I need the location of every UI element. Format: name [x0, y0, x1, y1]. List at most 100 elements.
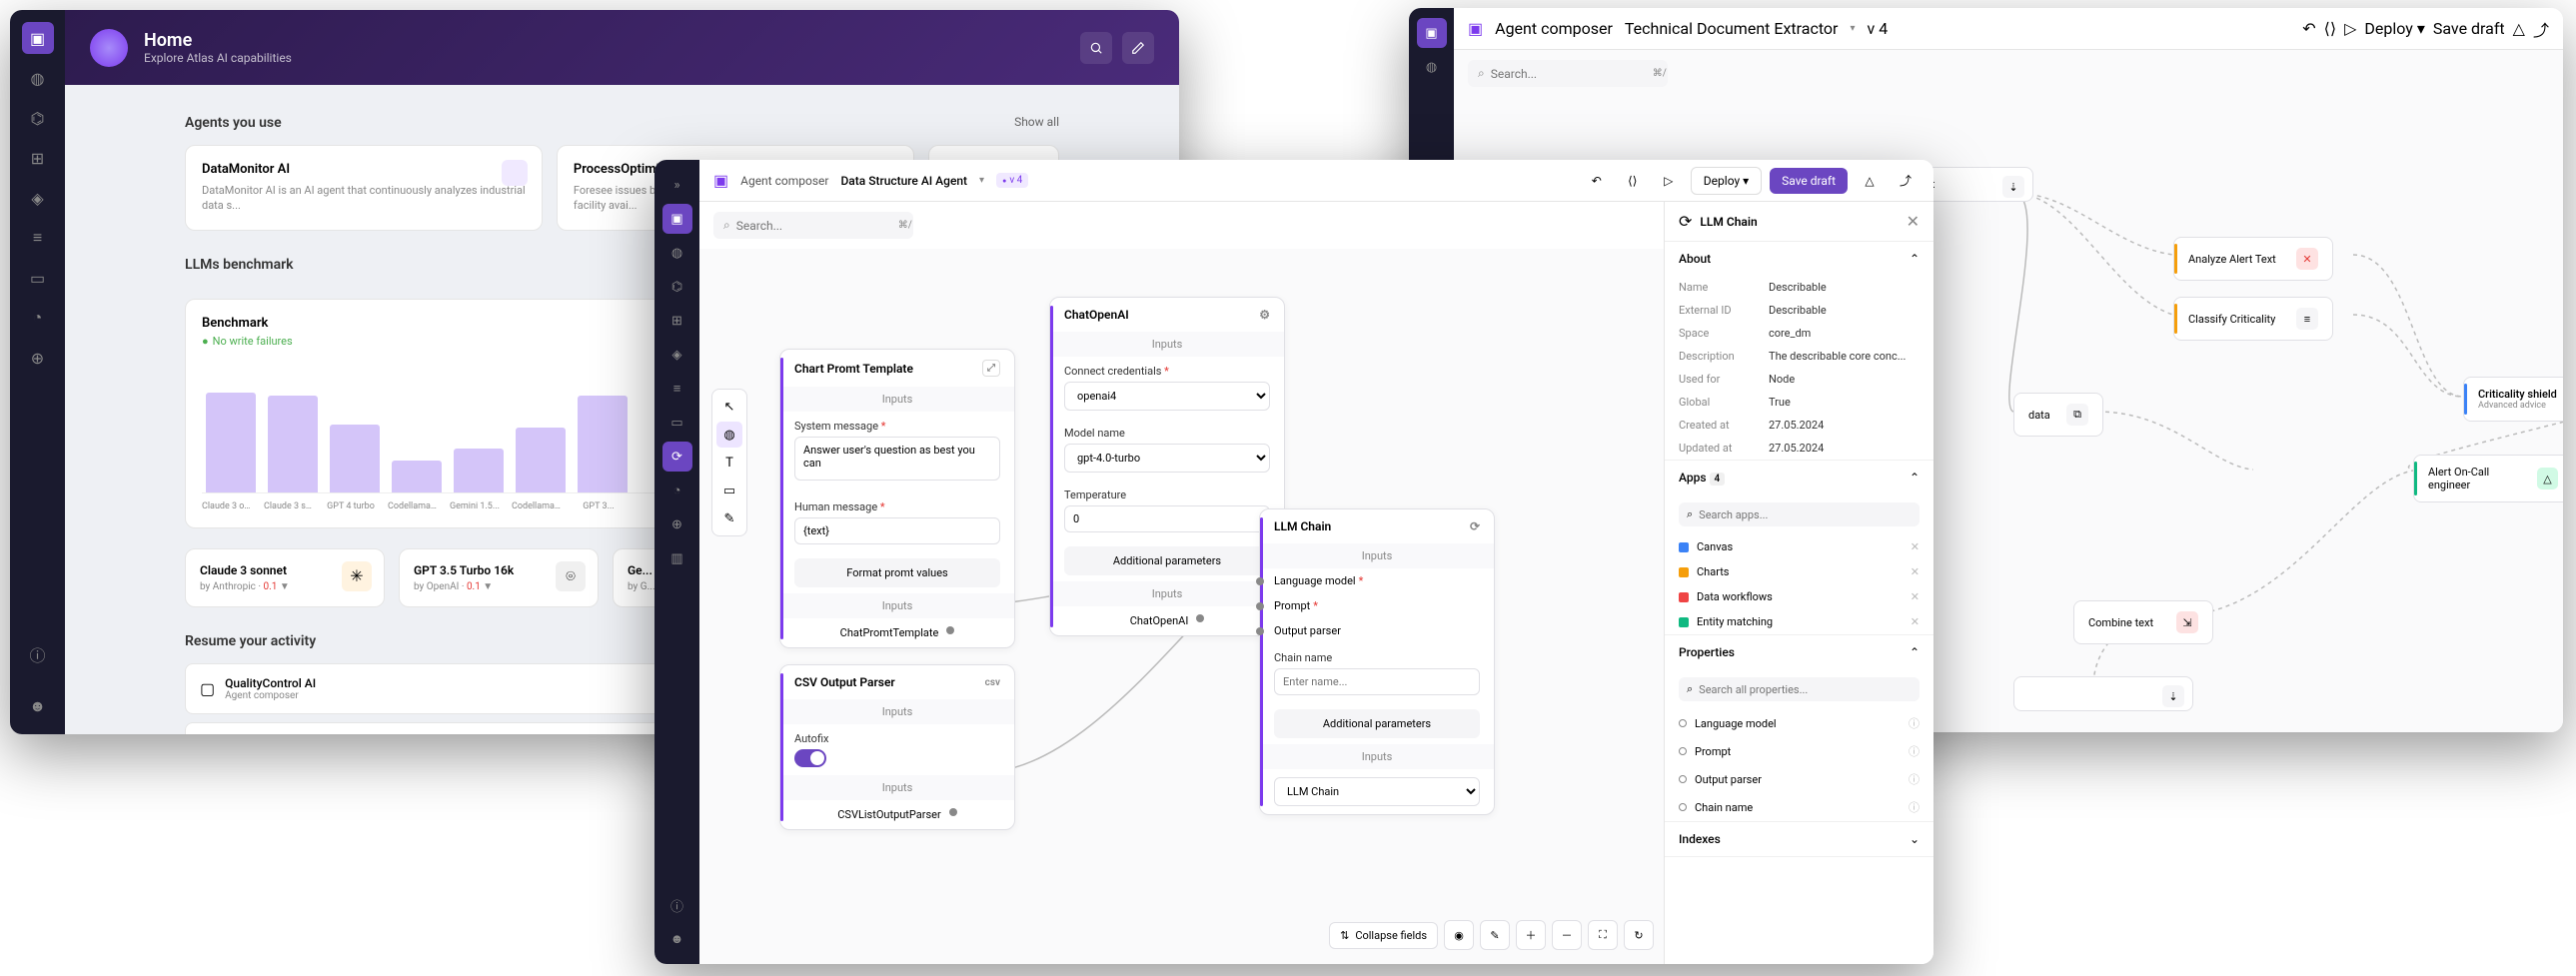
info-icon[interactable]: ⓘ [1909, 715, 1920, 731]
system-message-input[interactable]: Answer user's question as best you can [794, 437, 1000, 481]
breadcrumb[interactable]: Agent composer [740, 174, 828, 188]
input-port[interactable] [1256, 602, 1264, 610]
llm-card[interactable]: GPT 3.5 Turbo 16k by OpenAI · 0.1 ▼ ⌾ [399, 548, 599, 607]
apps-header[interactable]: Apps 4 ⌃ [1665, 461, 1933, 494]
alert-icon[interactable]: △ [2537, 468, 2558, 489]
show-all-link[interactable]: Show all [1014, 115, 1059, 131]
prop-item[interactable]: Chain nameⓘ [1665, 793, 1933, 821]
search-icon[interactable] [1080, 32, 1112, 64]
output-port[interactable] [946, 626, 954, 634]
undo-icon[interactable]: ↶ [2302, 19, 2315, 38]
app-item[interactable]: Data workflows✕ [1665, 584, 1933, 609]
nav-item-icon[interactable]: ▭ [22, 262, 54, 294]
node-llm-chain[interactable]: LLM Chain ⟳ Inputs Language model * Prom… [1259, 508, 1495, 815]
collapse-fields-button[interactable]: ⇅ Collapse fields [1329, 922, 1438, 949]
copy-icon[interactable]: ⧉ [2066, 404, 2088, 426]
nav-home-icon[interactable]: ▣ [662, 204, 692, 234]
chevron-down-icon[interactable]: ▾ [1850, 23, 1855, 34]
output-port[interactable] [949, 808, 957, 816]
collapse-icon[interactable]: » [662, 170, 692, 200]
menu-icon[interactable]: ≡ [2296, 308, 2318, 330]
edit-icon[interactable]: ✎ [1480, 920, 1510, 950]
nav-item-icon[interactable]: ◔ [662, 476, 692, 505]
flow-node-data[interactable]: data ⧉ [2013, 393, 2103, 437]
merge-icon[interactable]: ⇲ [2176, 611, 2198, 633]
output-port[interactable] [1196, 614, 1204, 622]
input-port[interactable] [1256, 627, 1264, 635]
nav-globe-icon[interactable]: ◍ [662, 238, 692, 268]
nav-home-icon[interactable]: ▣ [1417, 18, 1447, 48]
autofix-toggle[interactable] [794, 749, 826, 767]
flow-node-combine[interactable]: Combine text ⇲ [2073, 600, 2213, 644]
temperature-input[interactable] [1064, 505, 1270, 532]
remove-icon[interactable]: ✕ [1911, 565, 1920, 578]
remove-icon[interactable]: ✕ [1911, 615, 1920, 628]
flow-node-oncall[interactable]: Alert On-Call engineer △ [2413, 455, 2563, 502]
apps-search-input[interactable] [1699, 508, 1912, 521]
llm-chain-select[interactable]: LLM Chain [1274, 777, 1480, 806]
eye-icon[interactable]: ◉ [1444, 920, 1474, 950]
nav-item-icon[interactable]: ▭ [662, 408, 692, 438]
remove-icon[interactable]: ✕ [1911, 540, 1920, 553]
node-chat-openai[interactable]: ChatOpenAI ⚙ Inputs Connect credentials … [1049, 297, 1285, 636]
flow-node-analyze[interactable]: Analyze Alert Text ✕ [2173, 237, 2333, 281]
prop-item[interactable]: Promptⓘ [1665, 737, 1933, 765]
flow-node-output[interactable]: ⇣ [2013, 676, 2193, 711]
llm-card[interactable]: Claude 3 sonnet by Anthropic · 0.1 ▼ ✳ [185, 548, 385, 607]
play-icon[interactable]: ▷ [1655, 167, 1683, 195]
agent-card[interactable]: DataMonitor AI DataMonitor AI is an AI a… [185, 145, 543, 231]
nav-link-icon[interactable]: ⟳ [662, 442, 692, 472]
about-header[interactable]: About⌃ [1665, 242, 1933, 276]
nav-user-icon[interactable]: ☻ [662, 924, 692, 954]
properties-header[interactable]: Properties⌃ [1665, 635, 1933, 669]
app-item[interactable]: Canvas✕ [1665, 534, 1933, 559]
nav-item-icon[interactable]: ≡ [662, 374, 692, 404]
version-badge[interactable]: v 4 [996, 173, 1028, 188]
nav-globe-icon[interactable]: ◍ [22, 62, 54, 94]
share-icon[interactable]: ⤴ [1892, 167, 1920, 195]
app-item[interactable]: Charts✕ [1665, 559, 1933, 584]
download-icon[interactable]: ⇣ [2002, 176, 2024, 198]
agent-name[interactable]: Data Structure AI Agent [840, 174, 967, 188]
agent-name[interactable]: Technical Document Extractor [1625, 19, 1839, 38]
info-icon[interactable]: ⓘ [1909, 743, 1920, 759]
chain-name-input[interactable] [1274, 668, 1480, 695]
search-input[interactable] [736, 219, 892, 233]
nav-item-icon[interactable]: ⌬ [22, 102, 54, 134]
chevron-down-icon[interactable]: ▾ [979, 175, 984, 186]
zoom-out-icon[interactable]: － [1552, 920, 1582, 950]
node-csv-parser[interactable]: CSV Output Parser csv Inputs Autofix Inp… [779, 664, 1015, 830]
nav-help-icon[interactable]: ⓘ [662, 890, 692, 920]
save-draft-button[interactable]: Save draft [2433, 19, 2505, 38]
nav-item-icon[interactable]: ⊕ [662, 509, 692, 539]
settings-icon[interactable]: ⚙ [1259, 308, 1270, 322]
zoom-in-icon[interactable]: ＋ [1516, 920, 1546, 950]
close-icon[interactable]: ✕ [2296, 248, 2318, 270]
code-icon[interactable]: ⟨⟩ [1619, 167, 1647, 195]
csv-icon[interactable]: csv [985, 677, 1000, 688]
format-button[interactable]: Format promt values [794, 558, 1000, 587]
close-icon[interactable]: ✕ [1907, 212, 1920, 231]
download-icon[interactable]: ⇣ [2162, 685, 2184, 707]
version-badge[interactable]: v 4 [1867, 19, 1888, 38]
expand-icon[interactable]: ⤢ [982, 360, 1000, 377]
nav-item-icon[interactable]: ◈ [662, 340, 692, 370]
input-port[interactable] [1256, 577, 1264, 585]
chain-icon[interactable]: ⟳ [1470, 519, 1480, 533]
flow-node-shield[interactable]: Criticality shield Advanced advice ◎ [2463, 377, 2563, 422]
search-input[interactable] [1491, 67, 1647, 81]
credentials-select[interactable]: openai4 [1064, 382, 1270, 411]
info-icon[interactable]: ⓘ [1909, 771, 1920, 787]
fullscreen-icon[interactable]: ⛶ [1588, 920, 1618, 950]
pen-icon[interactable]: ✎ [716, 505, 742, 531]
nav-item-icon[interactable]: ≡ [22, 222, 54, 254]
app-item[interactable]: Entity matching✕ [1665, 609, 1933, 634]
prop-item[interactable]: Language modelⓘ [1665, 709, 1933, 737]
deploy-button[interactable]: Deploy ▾ [2364, 19, 2424, 38]
nav-item-icon[interactable]: ⊞ [22, 142, 54, 174]
refresh-icon[interactable]: ↻ [1624, 920, 1654, 950]
play-icon[interactable]: ▷ [2344, 19, 2356, 38]
deploy-button[interactable]: Deploy ▾ [1691, 167, 1762, 195]
undo-icon[interactable]: ↶ [1583, 167, 1611, 195]
share-icon[interactable]: ⤴ [2533, 17, 2549, 41]
